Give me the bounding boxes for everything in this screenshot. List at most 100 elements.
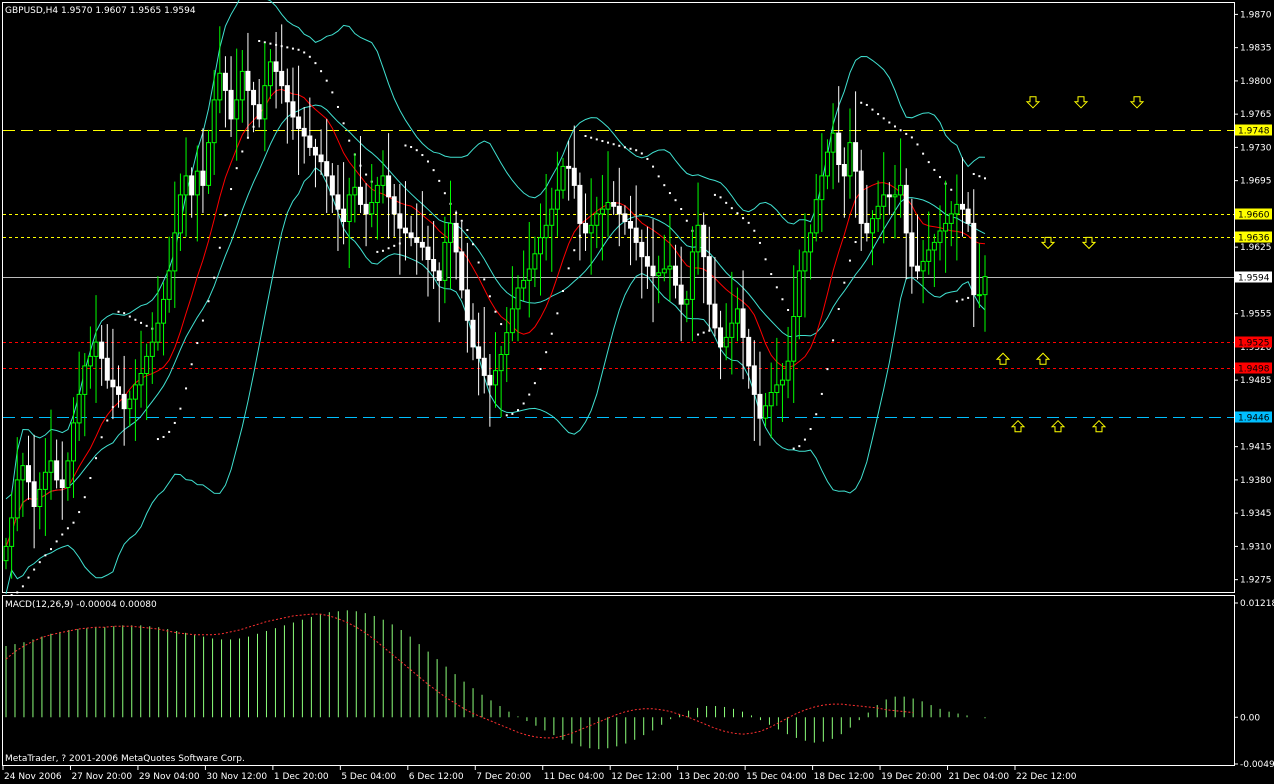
candle-body [155, 322, 161, 343]
candle-body [723, 336, 729, 348]
candle-body [200, 170, 206, 186]
sar-dot [905, 132, 908, 135]
candle-body [166, 270, 172, 300]
candle-body [324, 161, 330, 177]
candle-body [869, 218, 875, 234]
sar-dot [629, 147, 632, 150]
candle-body [971, 222, 977, 296]
macd-signal [5, 613, 914, 739]
horizontal-levels[interactable] [3, 130, 1234, 418]
sar-dot [10, 594, 13, 597]
sar-dot [488, 295, 491, 298]
candle-body [684, 298, 690, 305]
candle-body [476, 346, 482, 359]
sar-dot [573, 249, 576, 252]
candle-body [183, 175, 189, 196]
candle-body [931, 241, 937, 251]
sar-dot [736, 212, 739, 215]
candle-body [380, 175, 386, 186]
sar-dot [415, 149, 418, 152]
candle-body [453, 222, 459, 253]
sar-dot [471, 243, 474, 246]
sar-dot [590, 136, 593, 139]
sar-dot [421, 154, 424, 157]
candle-body [509, 308, 515, 334]
sar-dot [432, 169, 435, 172]
sar-dot [888, 121, 891, 124]
candle-body [296, 116, 302, 129]
sar-dot [258, 40, 261, 42]
sar-dot [815, 413, 818, 416]
time-tick-label: 5 Dec 04:00 [341, 772, 396, 782]
time-axis[interactable]: 24 Nov 2006 27 Nov 20:00 29 Nov 04:00 30 No… [2, 765, 1077, 782]
sar-dot [528, 393, 531, 396]
sar-dot [218, 246, 221, 249]
candle-body [301, 127, 307, 137]
candle-body [357, 186, 363, 205]
sar-dot [972, 173, 975, 175]
candle-body [898, 184, 904, 196]
time-tick-label: 22 Dec 12:00 [1016, 772, 1077, 782]
candle-body [436, 270, 442, 281]
candle-body [397, 213, 403, 229]
sar-dot [803, 438, 806, 441]
candle-body [712, 303, 718, 329]
candle-body [701, 224, 707, 258]
sar-dot [78, 511, 81, 514]
candle-body [161, 298, 167, 324]
candle-body [808, 232, 814, 253]
candle-body [746, 336, 752, 367]
candle-body [211, 99, 217, 144]
macd-tick-label: 0.00 [1240, 713, 1260, 723]
candle-body [560, 165, 566, 191]
price-axis[interactable]: 1.9870 1.9835 1.9800 1.9765 1.9730 1.9695 1.96… [1234, 10, 1272, 586]
sar-dot [775, 286, 778, 289]
candle-body [841, 164, 847, 177]
candle-body [605, 202, 611, 210]
level-tag-label: 1.9636 [1238, 234, 1270, 244]
sar-dot [623, 146, 626, 149]
candle-body [82, 365, 88, 395]
candle-body [853, 142, 859, 172]
sar-dot [308, 55, 311, 58]
candle-body [521, 279, 527, 289]
candle-body [414, 237, 420, 243]
candle-body [695, 224, 701, 253]
candle-body [149, 341, 155, 357]
candle-body [54, 460, 60, 481]
candle-body [442, 241, 448, 281]
candle-body [26, 465, 32, 483]
sar-dot [66, 527, 69, 530]
candle-body [341, 208, 347, 222]
sar-dot [607, 141, 610, 144]
copyright-text: MetaTrader, ? 2001-2006 MetaQuotes Softw… [5, 754, 245, 764]
sar-dot [117, 310, 120, 313]
candle-body [836, 132, 842, 165]
chart-window[interactable]: 1.9870 1.9835 1.9800 1.9765 1.9730 1.9695 1.96… [0, 0, 1274, 784]
macd-chart-frame [2, 595, 1235, 766]
sar-dot [787, 309, 790, 312]
candle-body [459, 251, 465, 291]
time-tick-label: 19 Dec 20:00 [881, 772, 942, 782]
sar-dot [331, 91, 334, 94]
macd-histogram [5, 610, 986, 750]
candle-body [796, 270, 802, 317]
sar-dot [505, 414, 508, 417]
sar-dot [291, 47, 294, 50]
candle-body [875, 205, 881, 220]
sar-dot [753, 229, 756, 232]
price-tick-label: 1.9485 [1240, 376, 1272, 386]
candle-body [571, 167, 577, 186]
sar-dot [483, 278, 486, 281]
sar-dot [725, 201, 728, 204]
candle-body [318, 154, 324, 163]
candle-body [273, 61, 279, 72]
sar-dot [162, 435, 165, 438]
candle-body [763, 405, 769, 419]
sar-dot [438, 179, 441, 182]
candle-body [785, 360, 791, 381]
candle-body [914, 265, 920, 272]
sar-dot [809, 428, 812, 431]
sar-dot [730, 207, 733, 210]
price-tick-label: 1.9310 [1240, 542, 1272, 552]
